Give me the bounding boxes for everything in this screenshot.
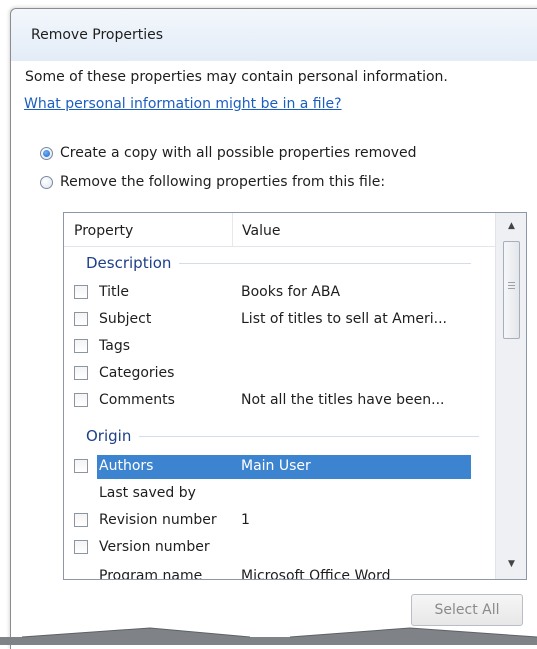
property-row-version-number[interactable]: Version number — [64, 536, 495, 560]
scroll-down-arrow-icon[interactable]: ▼ — [496, 559, 526, 569]
list-header: Property Value — [64, 213, 495, 247]
property-name: Title — [99, 284, 130, 300]
property-row-comments[interactable]: Comments Not all the titles have been... — [64, 389, 495, 413]
property-value: List of titles to sell at Ameri... — [241, 311, 447, 327]
property-name: Authors — [99, 458, 154, 474]
property-name: Subject — [99, 311, 152, 327]
group-label: Description — [86, 254, 172, 272]
personal-info-help-link[interactable]: What personal information might be in a … — [24, 96, 342, 112]
property-value: Books for ABA — [241, 284, 341, 300]
property-row-categories[interactable]: Categories — [64, 362, 495, 386]
torn-edge — [0, 627, 537, 645]
option-create-copy-label: Create a copy with all possible properti… — [60, 145, 417, 161]
radio-button-selected[interactable] — [40, 146, 53, 160]
group-heading-origin: Origin — [86, 427, 480, 445]
group-divider — [179, 262, 472, 264]
checkbox[interactable] — [74, 459, 88, 473]
column-header-value[interactable]: Value — [242, 223, 280, 239]
property-name: Comments — [99, 392, 175, 408]
property-name: Categories — [99, 365, 175, 381]
property-row-revision-number[interactable]: Revision number 1 — [64, 509, 495, 533]
property-row-last-saved-by[interactable]: Last saved by — [64, 482, 495, 506]
property-name: Version number — [99, 539, 210, 555]
checkbox[interactable] — [74, 285, 88, 299]
vertical-scrollbar[interactable]: ▲ ▼ — [495, 213, 526, 579]
group-heading-description: Description — [86, 254, 472, 272]
grip-icon — [508, 282, 515, 290]
property-name: Last saved by — [99, 485, 196, 501]
column-header-property[interactable]: Property — [74, 223, 133, 239]
column-divider[interactable] — [232, 213, 233, 246]
checkbox[interactable] — [74, 393, 88, 407]
property-row-tags[interactable]: Tags — [64, 335, 495, 359]
property-value: 1 — [241, 512, 250, 528]
description-text: Some of these properties may contain per… — [25, 69, 448, 85]
property-row-authors[interactable]: Authors Main User — [64, 455, 495, 479]
scroll-thumb[interactable] — [503, 241, 520, 339]
property-name: Tags — [99, 338, 130, 354]
property-value: Main User — [241, 458, 311, 474]
property-name: Program name — [99, 568, 203, 580]
property-row-program-name[interactable]: Program name Microsoft Office Word — [64, 565, 495, 580]
option-remove-properties[interactable]: Remove the following properties from thi… — [40, 174, 385, 190]
dialog-titlebar: Remove Properties — [11, 9, 537, 61]
scroll-up-arrow-icon[interactable]: ▲ — [496, 221, 526, 231]
properties-list: Property Value Description Title Books f… — [63, 212, 527, 580]
property-name: Revision number — [99, 512, 217, 528]
property-value: Microsoft Office Word — [241, 568, 391, 580]
radio-button[interactable] — [40, 175, 53, 189]
option-create-copy[interactable]: Create a copy with all possible properti… — [40, 145, 417, 161]
checkbox[interactable] — [74, 339, 88, 353]
select-all-button[interactable]: Select All — [411, 594, 523, 626]
checkbox[interactable] — [74, 366, 88, 380]
checkbox[interactable] — [74, 312, 88, 326]
checkbox[interactable] — [74, 540, 88, 554]
dialog-title: Remove Properties — [31, 27, 164, 43]
property-value: Not all the titles have been... — [241, 392, 445, 408]
option-remove-properties-label: Remove the following properties from thi… — [60, 174, 386, 190]
checkbox[interactable] — [74, 513, 88, 527]
property-row-subject[interactable]: Subject List of titles to sell at Ameri.… — [64, 308, 495, 332]
group-label: Origin — [86, 427, 132, 445]
group-divider — [139, 435, 480, 437]
property-row-title[interactable]: Title Books for ABA — [64, 281, 495, 305]
